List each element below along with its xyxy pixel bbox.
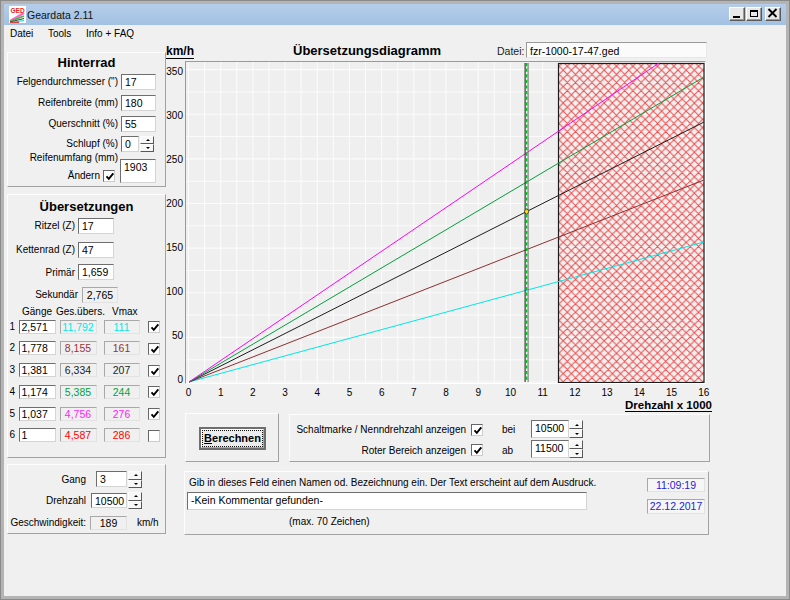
svg-text:GED: GED [11,7,25,14]
